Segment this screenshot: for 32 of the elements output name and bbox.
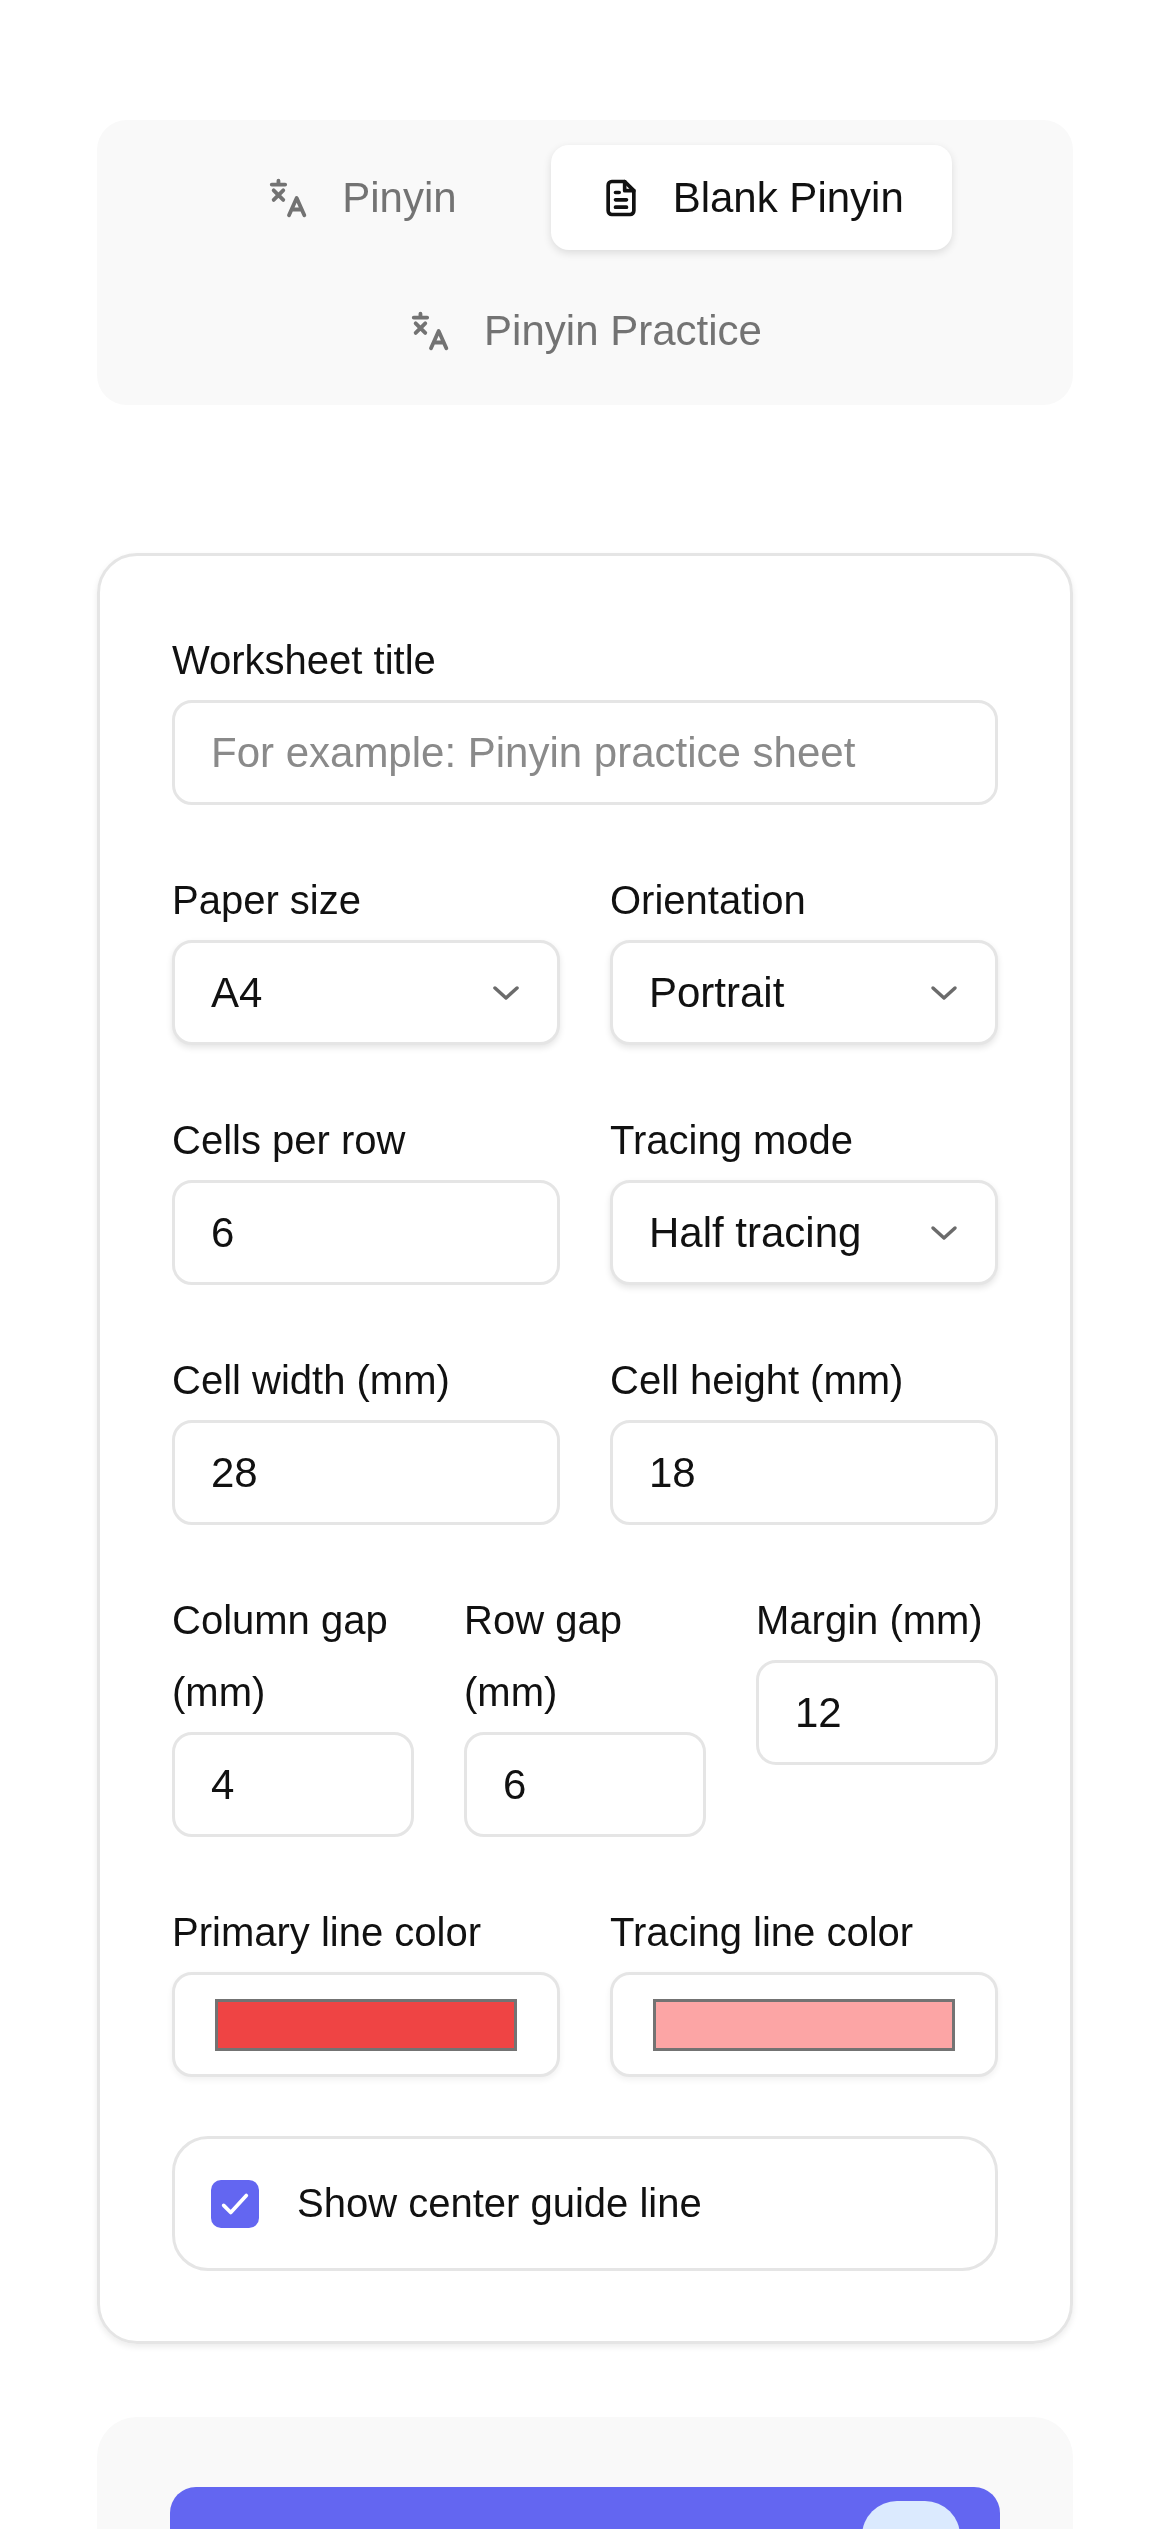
field-label: Cell height (mm) [610, 1357, 905, 1404]
color-picker[interactable] [172, 1972, 560, 2077]
tab[interactable]: Pinyin [218, 145, 505, 250]
number-field[interactable]: 4 [172, 1732, 414, 1837]
chevron-down-icon [929, 983, 959, 1002]
dropdown[interactable]: A4 [172, 940, 560, 1045]
dropdown[interactable]: Portrait [610, 940, 998, 1045]
field-label: Tracing line color [610, 1909, 915, 1956]
field-label: Primary line color [172, 1909, 482, 1956]
number-field[interactable]: 28 [172, 1420, 560, 1525]
number-field[interactable]: 18 [610, 1420, 998, 1525]
chevron-down-icon [929, 1223, 959, 1242]
color-picker[interactable] [610, 1972, 998, 2077]
field-label: Worksheet title [172, 637, 437, 684]
field-label: Cells per row [172, 1117, 407, 1164]
field-label: Paper size [172, 877, 362, 924]
field-label: Column gap (mm) [172, 1597, 389, 1716]
field-label: Tracing mode [610, 1117, 855, 1164]
chevron-down-icon [491, 983, 521, 1002]
number-field[interactable]: 12 [756, 1660, 998, 1765]
field-label: Cell width (mm) [172, 1357, 451, 1404]
number-field[interactable]: 6 [172, 1180, 560, 1285]
text-field[interactable]: For example: Pinyin practice sheet [172, 700, 998, 805]
tab[interactable]: Blank Pinyin [550, 145, 952, 250]
field-label: Orientation [610, 877, 807, 924]
number-field[interactable]: 6 [464, 1732, 706, 1837]
field-label: Margin (mm) [756, 1597, 984, 1644]
checkbox-label: Show center guide line [297, 2181, 702, 2226]
tab[interactable]: Pinyin Practice [360, 278, 810, 383]
checkbox[interactable] [211, 2179, 259, 2228]
field-label: Row gap (mm) [464, 1597, 623, 1716]
dropdown[interactable]: Half tracing [610, 1180, 998, 1285]
